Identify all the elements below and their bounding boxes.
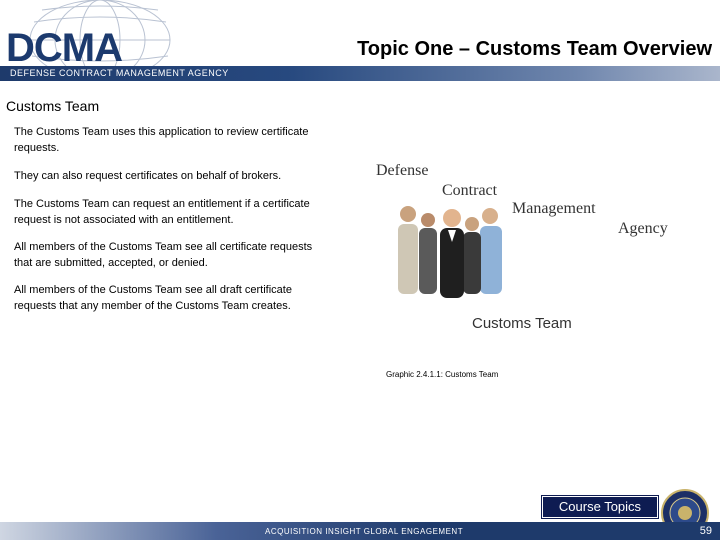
customs-team-graphic: Defense Contract Management Agency Custo… (370, 160, 690, 340)
agency-bar: DEFENSE CONTRACT MANAGEMENT AGENCY (0, 66, 720, 81)
agency-name: DEFENSE CONTRACT MANAGEMENT AGENCY (10, 68, 229, 78)
graphic-word-management: Management (512, 200, 596, 217)
course-topics-button[interactable]: Course Topics (542, 496, 658, 518)
page-title: Topic One – Customs Team Overview (357, 38, 712, 60)
header: DCMA Topic One – Customs Team Overview D… (0, 0, 720, 82)
graphic-word-agency: Agency (618, 220, 668, 237)
graphic-caption: Graphic 2.4.1.1: Customs Team (386, 370, 499, 379)
dcma-logo: DCMA (6, 26, 123, 70)
paragraph-see-all: All members of the Customs Team see all … (14, 241, 313, 269)
paragraph-review: The Customs Team uses this application t… (14, 126, 309, 154)
graphic-label: Customs Team (472, 315, 572, 332)
paragraph-entitlement: The Customs Team can request an entitlem… (14, 198, 310, 226)
paragraph-brokers: They can also request certificates on be… (14, 170, 282, 182)
paragraph-drafts: All members of the Customs Team see all … (14, 284, 292, 312)
graphic-word-defense: Defense (376, 162, 429, 179)
section-title: Customs Team (6, 98, 100, 114)
footer-tagline: ACQUISITION INSIGHT GLOBAL ENGAGEMENT (265, 527, 464, 536)
team-photo-icon (398, 206, 502, 298)
page-number: 59 (699, 525, 712, 537)
